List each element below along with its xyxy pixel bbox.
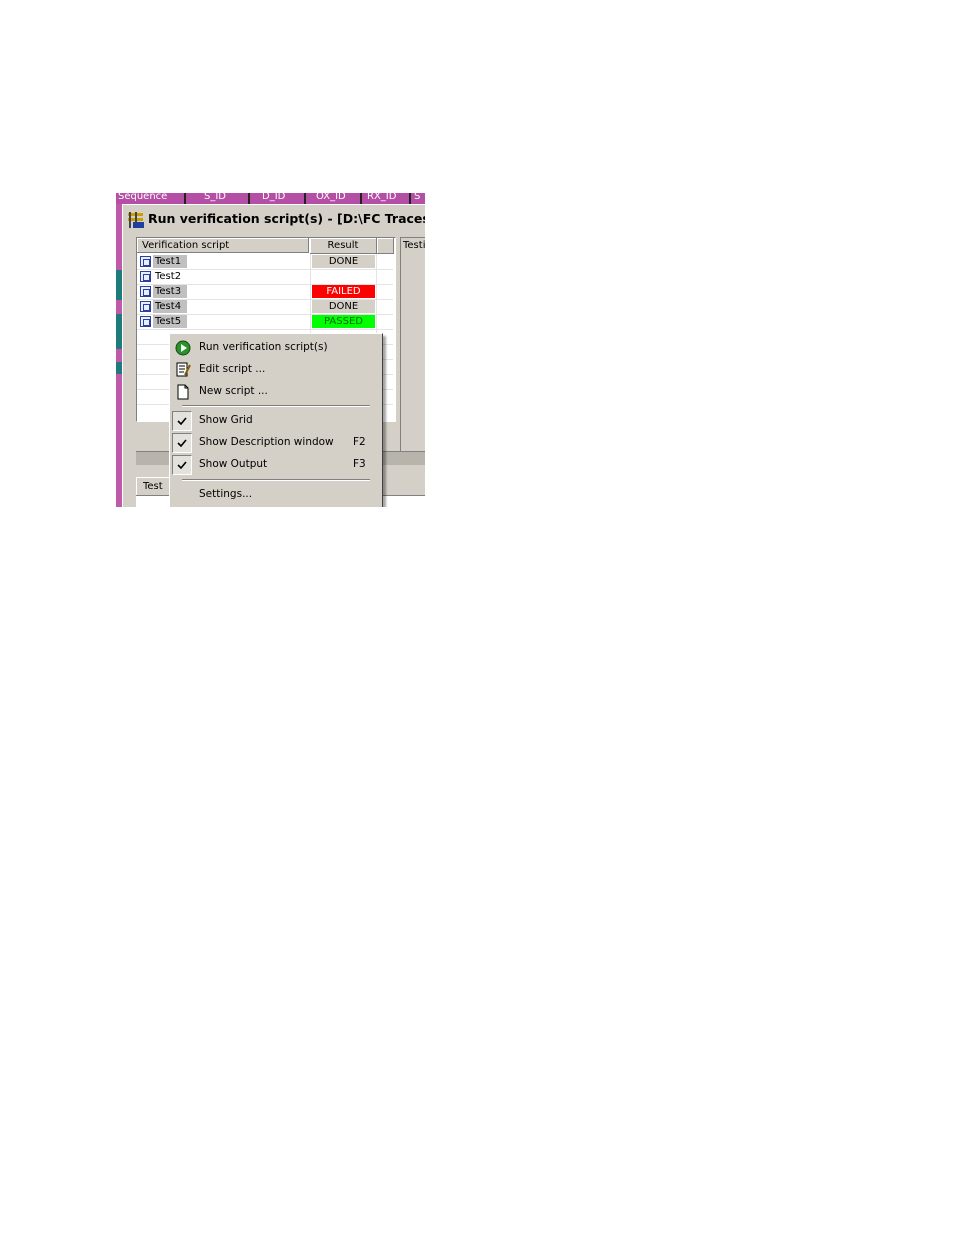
shortcut-label: F2 [353, 436, 366, 448]
shortcut-label: F3 [353, 458, 366, 470]
description-panel-label: Testi [403, 240, 425, 251]
menu-item-show-grid[interactable]: Show Grid [170, 410, 382, 432]
script-name: Test3 [153, 285, 187, 298]
description-panel: Testi [400, 237, 425, 453]
menu-item-settings[interactable]: Settings... [170, 484, 382, 506]
dialog-titlebar[interactable]: Run verification script(s) - [D:\FC Trac… [123, 207, 425, 231]
script-file-icon [140, 286, 151, 297]
check-icon [172, 455, 192, 475]
menu-item-show-output[interactable]: Show Output F3 [170, 454, 382, 476]
script-name: Test4 [153, 300, 187, 313]
column-d-id: D_ID [262, 193, 286, 202]
check-icon [172, 411, 192, 431]
column-rx-id: RX_ID [367, 193, 397, 202]
script-name: Test5 [153, 315, 187, 328]
verification-dialog: Run verification script(s) - [D:\FC Trac… [122, 204, 425, 507]
screenshot-region: Sequence S_ID D_ID OX_ID RX_ID S Run ver… [116, 193, 425, 507]
script-file-icon [140, 271, 151, 282]
column-ox-id: OX_ID [316, 193, 346, 202]
column-sequence: Sequence [118, 193, 168, 202]
script-file-icon [140, 316, 151, 327]
script-row[interactable]: Test2 [137, 269, 393, 285]
check-icon [172, 433, 192, 453]
script-row[interactable]: Test4 DONE [137, 299, 393, 315]
column-s: S [414, 193, 421, 202]
menu-item-run-verification[interactable]: Run verification script(s) [170, 337, 382, 359]
run-icon [175, 340, 191, 356]
script-name: Test1 [153, 255, 187, 268]
column-s-id: S_ID [204, 193, 226, 202]
edit-script-icon [176, 362, 191, 377]
menu-item-show-description-window[interactable]: Show Description window F2 [170, 432, 382, 454]
column-header-result[interactable]: Result [310, 238, 377, 254]
background-column-header: Sequence S_ID D_ID OX_ID RX_ID S [116, 193, 425, 204]
app-icon [128, 212, 144, 228]
new-document-icon [177, 384, 189, 400]
result-badge [312, 270, 375, 283]
menu-item-edit-script[interactable]: Edit script ... [170, 359, 382, 381]
result-badge: DONE [312, 300, 375, 313]
result-badge: DONE [312, 255, 375, 268]
script-row[interactable]: Test5 PASSED [137, 314, 393, 330]
column-header-script[interactable]: Verification script [137, 238, 309, 253]
result-badge: FAILED [312, 285, 375, 298]
script-name: Test2 [155, 271, 182, 282]
menu-separator [182, 479, 370, 481]
script-file-icon [140, 256, 151, 267]
context-menu: Run verification script(s) Edit script .… [169, 333, 383, 507]
menu-separator [182, 405, 370, 407]
dialog-title: Run verification script(s) - [D:\FC Trac… [148, 211, 425, 226]
script-row[interactable]: Test3 FAILED [137, 284, 393, 300]
script-file-icon [140, 301, 151, 312]
menu-item-new-script[interactable]: New script ... [170, 381, 382, 403]
result-badge: PASSED [312, 315, 375, 328]
script-row[interactable]: Test1 DONE [137, 254, 393, 270]
